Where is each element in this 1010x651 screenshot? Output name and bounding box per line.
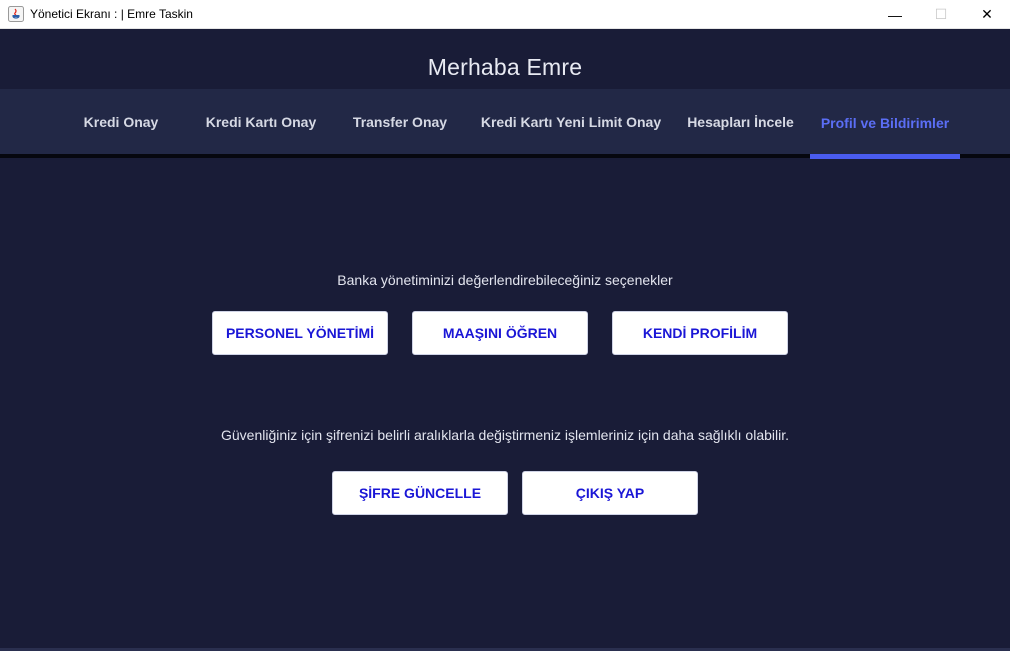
- security-description: Güvenliğiniz için şifrenizi belirli aral…: [221, 427, 789, 443]
- tab-kredi-karti-yeni-limit-onay[interactable]: Kredi Kartı Yeni Limit Onay: [472, 89, 670, 154]
- tab-hesaplari-incele[interactable]: Hesapları İncele: [680, 89, 801, 154]
- tab-transfer-onay[interactable]: Transfer Onay: [343, 89, 457, 154]
- close-button[interactable]: ✕: [964, 0, 1010, 29]
- tab-kredi-onay[interactable]: Kredi Onay: [72, 89, 170, 154]
- update-password-button[interactable]: ŞİFRE GÜNCELLE: [332, 471, 508, 515]
- window-controls: — ☐ ✕: [872, 0, 1010, 29]
- minimize-button[interactable]: —: [872, 0, 918, 29]
- window-title: Yönetici Ekranı : | Emre Taskin: [30, 7, 193, 21]
- personnel-management-button[interactable]: PERSONEL YÖNETİMİ: [212, 311, 388, 355]
- window-title-bar: Yönetici Ekranı : | Emre Taskin — ☐ ✕: [0, 0, 1010, 29]
- maximize-button[interactable]: ☐: [918, 0, 964, 29]
- my-profile-button[interactable]: KENDİ PROFİLİM: [612, 311, 788, 355]
- learn-salary-button[interactable]: MAAŞINI ÖĞREN: [412, 311, 588, 355]
- maximize-icon: ☐: [934, 6, 948, 22]
- logout-button[interactable]: ÇIKIŞ YAP: [522, 471, 698, 515]
- minimize-icon: —: [888, 6, 902, 23]
- profile-panel: Banka yönetiminizi değerlendirebileceğin…: [0, 158, 1010, 651]
- greeting-title: Merhaba Emre: [427, 53, 583, 80]
- close-icon: ✕: [981, 6, 993, 22]
- tab-bar: Kredi Onay Kredi Kartı Onay Transfer Ona…: [0, 89, 1010, 154]
- tab-profil-ve-bildirimler[interactable]: Profil ve Bildirimler: [810, 89, 960, 154]
- management-description: Banka yönetiminizi değerlendirebileceğin…: [337, 272, 673, 288]
- tab-kredi-karti-onay[interactable]: Kredi Kartı Onay: [195, 89, 327, 154]
- java-app-icon: [8, 6, 24, 22]
- header: Merhaba Emre: [0, 29, 1010, 89]
